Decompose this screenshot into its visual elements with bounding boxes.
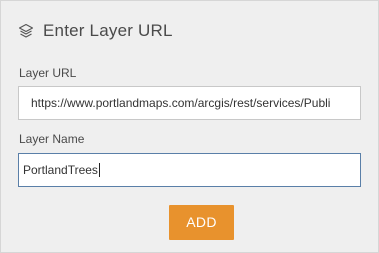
layer-name-label: Layer Name — [19, 132, 85, 146]
enter-layer-url-panel: Enter Layer URL Layer URL https://www.po… — [0, 0, 379, 253]
layers-icon — [18, 23, 34, 39]
panel-title: Enter Layer URL — [43, 21, 173, 40]
add-button[interactable]: ADD — [169, 205, 234, 240]
layer-name-value: PortlandTrees — [23, 163, 98, 177]
layer-name-input[interactable]: PortlandTrees — [18, 153, 361, 187]
panel-header: Enter Layer URL — [18, 20, 173, 42]
layer-url-label: Layer URL — [19, 66, 77, 80]
layer-url-input[interactable]: https://www.portlandmaps.com/arcgis/rest… — [18, 86, 361, 120]
layer-url-value: https://www.portlandmaps.com/arcgis/rest… — [31, 96, 331, 110]
text-caret — [98, 162, 100, 177]
